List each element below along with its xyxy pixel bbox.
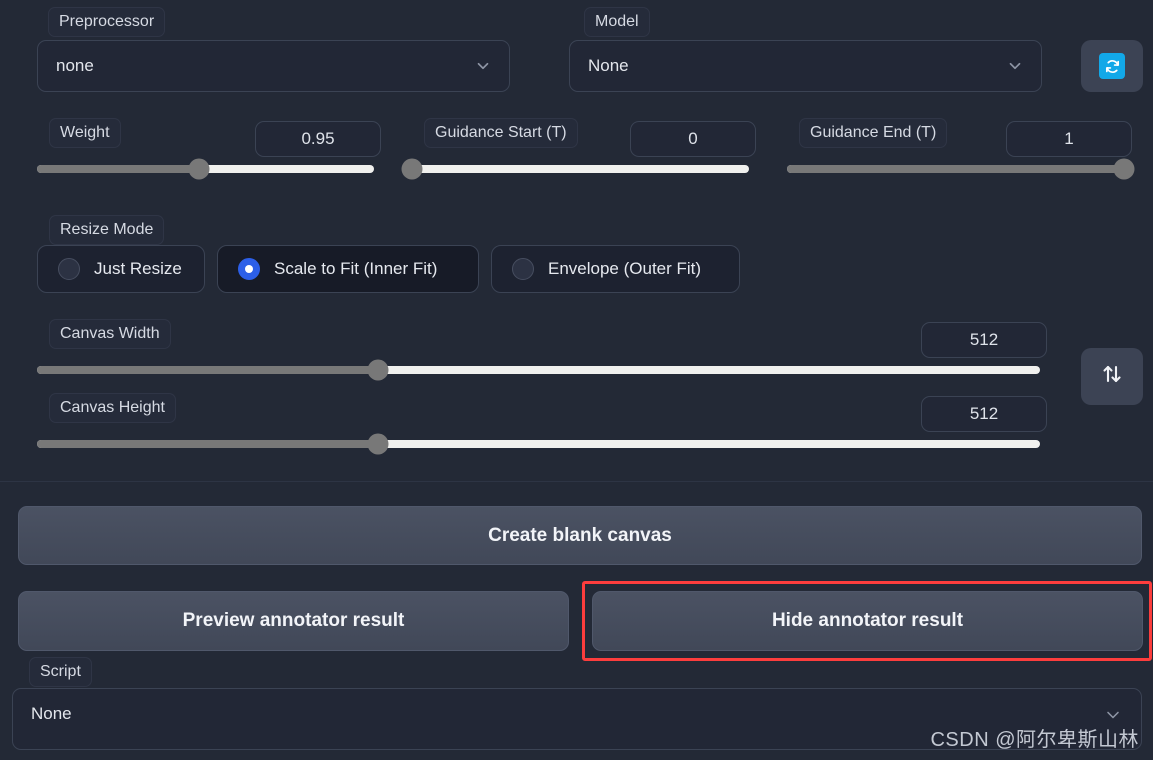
- hide-annotator-result-button[interactable]: Hide annotator result: [592, 591, 1143, 651]
- guidance-start-slider[interactable]: [401, 158, 749, 180]
- canvas-height-label: Canvas Height: [49, 393, 176, 423]
- resize-mode-option-label: Envelope (Outer Fit): [548, 259, 702, 278]
- canvas-width-value[interactable]: 512: [921, 322, 1047, 358]
- script-label: Script: [29, 657, 92, 687]
- section-divider: [0, 481, 1153, 482]
- preprocessor-value: none: [56, 56, 94, 75]
- canvas-width-slider-thumb[interactable]: [367, 359, 389, 381]
- swap-vertical-icon: [1100, 362, 1124, 391]
- guidance-start-slider-thumb[interactable]: [401, 158, 423, 180]
- weight-slider[interactable]: [37, 158, 374, 180]
- refresh-icon: [1099, 53, 1125, 79]
- preprocessor-dropdown[interactable]: none: [37, 40, 510, 92]
- model-dropdown[interactable]: None: [569, 40, 1042, 92]
- guidance-start-value[interactable]: 0: [630, 121, 756, 157]
- resize-mode-option-scale-to-fit[interactable]: Scale to Fit (Inner Fit): [217, 245, 479, 293]
- weight-slider-thumb[interactable]: [188, 158, 210, 180]
- controlnet-panel: Preprocessor none Model None Weight 0.95…: [0, 0, 1153, 760]
- preview-annotator-result-button[interactable]: Preview annotator result: [18, 591, 569, 651]
- radio-selected-icon: [238, 258, 260, 280]
- guidance-start-label: Guidance Start (T): [424, 118, 578, 148]
- canvas-height-value[interactable]: 512: [921, 396, 1047, 432]
- radio-icon: [58, 258, 80, 280]
- weight-label: Weight: [49, 118, 121, 148]
- swap-dimensions-button[interactable]: [1081, 348, 1143, 405]
- canvas-height-slider-thumb[interactable]: [367, 433, 389, 455]
- radio-icon: [512, 258, 534, 280]
- guidance-end-value[interactable]: 1: [1006, 121, 1132, 157]
- watermark: CSDN @阿尔卑斯山林: [930, 729, 1139, 751]
- resize-mode-label: Resize Mode: [49, 215, 165, 245]
- script-value: None: [31, 704, 72, 723]
- canvas-height-slider[interactable]: [37, 433, 1040, 455]
- canvas-height-slider-fill: [37, 440, 379, 448]
- weight-value[interactable]: 0.95: [255, 121, 381, 157]
- canvas-width-slider[interactable]: [37, 359, 1040, 381]
- resize-mode-option-label: Scale to Fit (Inner Fit): [274, 259, 438, 278]
- canvas-width-slider-fill: [37, 366, 379, 374]
- guidance-end-label: Guidance End (T): [799, 118, 948, 148]
- resize-mode-option-envelope[interactable]: Envelope (Outer Fit): [491, 245, 740, 293]
- chevron-down-icon: [473, 56, 493, 76]
- guidance-end-slider-thumb[interactable]: [1113, 158, 1135, 180]
- resize-mode-option-just-resize[interactable]: Just Resize: [37, 245, 205, 293]
- chevron-down-icon: [1005, 56, 1025, 76]
- weight-slider-fill: [37, 165, 199, 173]
- preprocessor-label: Preprocessor: [48, 7, 166, 37]
- resize-mode-option-label: Just Resize: [94, 259, 182, 278]
- canvas-width-label: Canvas Width: [49, 319, 171, 349]
- guidance-end-slider[interactable]: [787, 158, 1135, 180]
- model-value: None: [588, 56, 629, 75]
- create-blank-canvas-button[interactable]: Create blank canvas: [18, 506, 1142, 565]
- guidance-end-slider-fill: [787, 165, 1124, 173]
- model-label: Model: [584, 7, 650, 37]
- refresh-models-button[interactable]: [1081, 40, 1143, 92]
